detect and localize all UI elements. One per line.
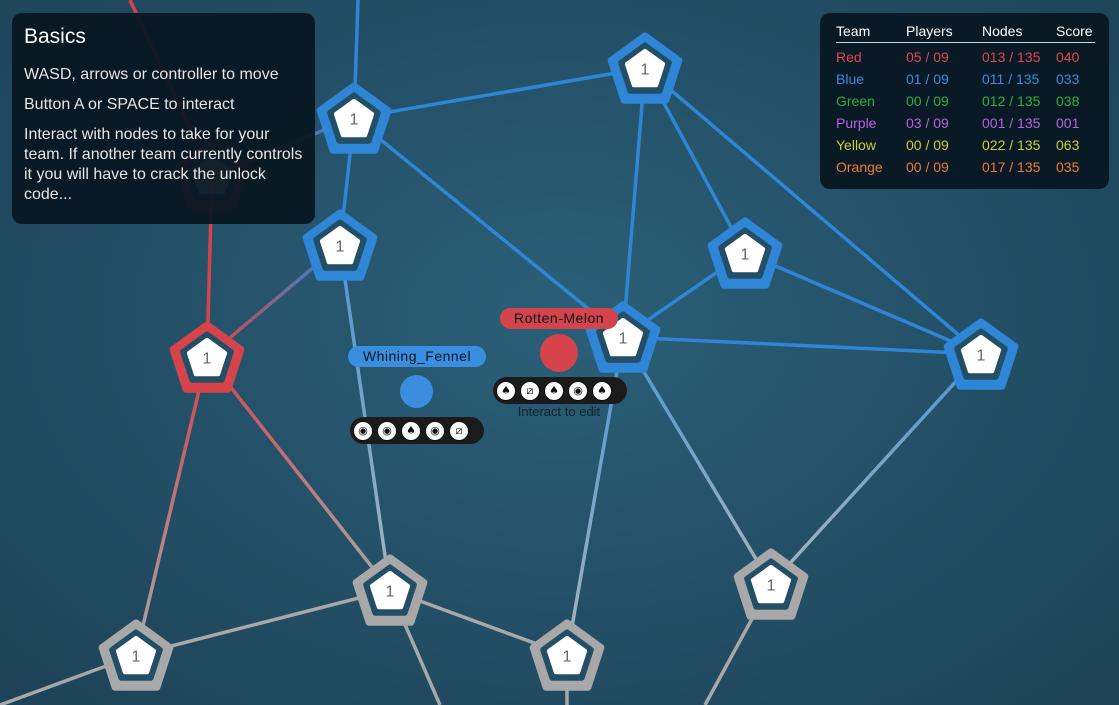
node-blue[interactable]: 1 (607, 32, 683, 104)
team-row-purple: Purple 03 / 09 001 / 135 001 (836, 109, 1095, 131)
node-blue[interactable]: 1 (707, 217, 783, 289)
player-unlock-code: ♠ ⧄ ♠ ◉ ♠ (493, 377, 627, 404)
node-gray[interactable]: 1 (529, 619, 605, 691)
node-gray[interactable]: 1 (352, 554, 428, 626)
node-value: 1 (336, 239, 345, 256)
node-link (621, 336, 773, 585)
target-icon: ◉ (353, 420, 373, 441)
node-gray[interactable]: 1 (733, 548, 809, 620)
scoreboard-panel: Team Players Nodes Score Red 05 / 09 013… (820, 13, 1109, 189)
team-players: 00 / 09 (906, 92, 949, 109)
team-score: 035 (1056, 158, 1080, 175)
node-gray[interactable]: 1 (98, 619, 174, 691)
team-score: 001 (1056, 114, 1080, 131)
tree-icon: ♠ (544, 380, 564, 401)
tree-icon: ♠ (592, 380, 612, 401)
target-icon: ◉ (568, 380, 588, 401)
node-value: 1 (203, 351, 212, 368)
team-players: 00 / 09 (906, 158, 949, 175)
node-link (134, 356, 209, 656)
node-link (353, 66, 646, 120)
player-name-tag: Rotten-Melon (500, 308, 618, 329)
team-score: 033 (1056, 70, 1080, 87)
player-avatar-red[interactable] (540, 334, 578, 372)
team-score: 038 (1056, 92, 1080, 109)
team-name: Blue (836, 70, 865, 87)
diamond-slash-icon: ⧄ (520, 380, 540, 401)
team-score: 040 (1056, 48, 1080, 65)
player-unlock-code: ◉ ◉ ♠ ◉ ⧄ (350, 417, 484, 444)
node-value: 1 (563, 649, 572, 666)
team-row-red: Red 05 / 09 013 / 135 040 (836, 43, 1095, 66)
node-link (135, 588, 391, 657)
target-icon: ◉ (377, 420, 397, 441)
interact-hint: Interact to edit (517, 404, 601, 419)
team-score: 063 (1056, 136, 1080, 153)
team-row-blue: Blue 01 / 09 011 / 135 033 (836, 65, 1095, 87)
header-score: Score (1056, 23, 1095, 43)
team-nodes: 001 / 135 (982, 114, 1041, 131)
basics-interact-instructions: Button A or SPACE to interact (24, 96, 235, 113)
team-players: 01 / 09 (906, 70, 949, 87)
player-avatar-blue[interactable] (400, 375, 433, 408)
team-row-green: Green 00 / 09 012 / 135 038 (836, 87, 1095, 109)
node-blue[interactable]: 1 (316, 82, 392, 154)
team-players: 03 / 09 (906, 114, 949, 131)
team-row-yellow: Yellow 00 / 09 022 / 135 063 (836, 131, 1095, 153)
header-team: Team (836, 23, 906, 43)
team-nodes: 013 / 135 (982, 48, 1041, 65)
tree-icon: ♠ (496, 380, 516, 401)
scoreboard-header-row: Team Players Nodes Score (836, 23, 1095, 43)
team-name: Red (836, 48, 862, 65)
node-link (769, 352, 983, 586)
node-link (621, 67, 647, 338)
team-name: Yellow (836, 136, 876, 153)
team-name: Purple (836, 114, 877, 131)
target-icon: ◉ (425, 420, 445, 441)
team-players: 05 / 09 (906, 48, 949, 65)
tree-icon: ♠ (401, 420, 421, 441)
player-name-tag: Whining_Fennel (348, 346, 486, 367)
team-nodes: 011 / 135 (982, 70, 1040, 87)
basics-move-instructions: WASD, arrows or controller to move (24, 66, 279, 83)
node-value: 1 (641, 62, 650, 79)
team-name: Green (836, 92, 875, 109)
node-value: 1 (741, 247, 750, 264)
header-players: Players (906, 23, 982, 43)
team-players: 00 / 09 (906, 136, 949, 153)
node-link (744, 251, 982, 356)
node-blue[interactable]: 1 (302, 209, 378, 281)
scoreboard-table: Team Players Nodes Score Red 05 / 09 013… (836, 23, 1095, 175)
team-name: Orange (836, 158, 883, 175)
basics-title: Basics (24, 25, 86, 48)
team-nodes: 017 / 135 (982, 158, 1041, 175)
node-value: 1 (619, 331, 628, 348)
basics-panel: Basics WASD, arrows or controller to mov… (12, 13, 315, 224)
node-value: 1 (767, 578, 776, 595)
basics-node-instructions: Interact with nodes to take for your tea… (24, 126, 303, 203)
node-value: 1 (977, 348, 986, 365)
node-value: 1 (132, 649, 141, 666)
node-link (622, 335, 982, 356)
node-red[interactable]: 1 (169, 321, 245, 393)
team-row-orange: Orange 00 / 09 017 / 135 035 (836, 153, 1095, 175)
team-nodes: 022 / 135 (982, 136, 1041, 153)
team-nodes: 012 / 135 (982, 92, 1041, 109)
node-link (352, 116, 625, 339)
diamond-slash-icon: ⧄ (449, 420, 469, 441)
header-nodes: Nodes (982, 23, 1056, 43)
node-value: 1 (386, 584, 395, 601)
node-value: 1 (350, 112, 359, 129)
